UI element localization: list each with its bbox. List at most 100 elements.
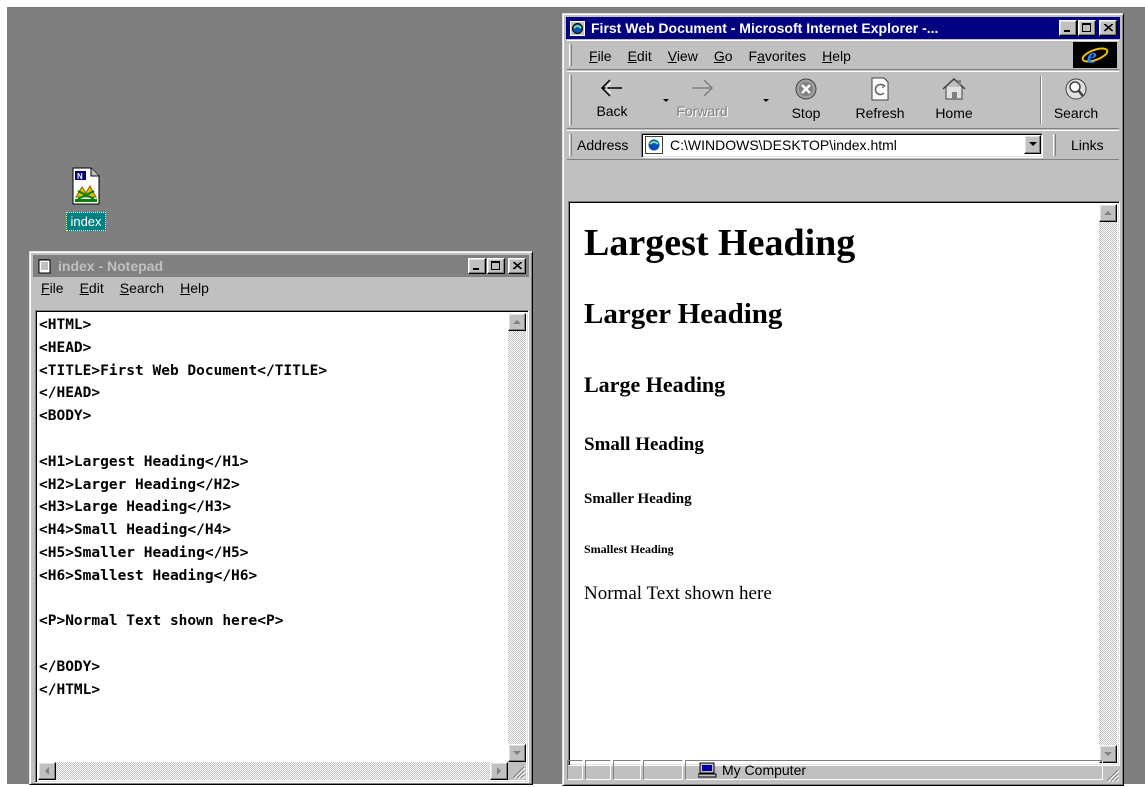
close-icon	[1103, 24, 1113, 32]
address-dropdown-button[interactable]	[1024, 135, 1041, 154]
minimize-icon	[1064, 30, 1070, 32]
notepad-line	[39, 633, 327, 656]
desktop: N index index - Notepad File Edit Search…	[7, 7, 1145, 786]
home-icon	[942, 77, 966, 100]
menu-file[interactable]: File	[581, 48, 620, 64]
notepad-menubar: File Edit Search Help	[33, 277, 529, 299]
band-grip[interactable]	[569, 134, 572, 156]
menu-help[interactable]: Help	[172, 280, 217, 296]
size-grip[interactable]	[1103, 766, 1120, 783]
notepad-line: </HTML>	[39, 681, 101, 698]
menu-search[interactable]: Search	[112, 280, 172, 296]
status-zone: My Computer	[685, 760, 1103, 780]
menu-go[interactable]: Go	[706, 48, 741, 64]
maximize-button[interactable]	[487, 258, 505, 274]
notepad-line: <H5>Smaller Heading</H5>	[39, 544, 249, 561]
ie-window: First Web Document - Microsoft Internet …	[562, 13, 1124, 786]
forward-dropdown[interactable]	[763, 99, 769, 102]
scroll-left-button[interactable]	[38, 762, 56, 780]
scroll-up-button[interactable]	[508, 313, 526, 331]
forward-arrow-icon	[692, 79, 714, 97]
menu-help[interactable]: Help	[814, 48, 859, 64]
back-button[interactable]: Back	[581, 72, 643, 126]
stop-button[interactable]: Stop	[775, 72, 837, 126]
horizontal-scrollbar[interactable]	[38, 762, 508, 780]
address-input[interactable]: C:\WINDOWS\DESKTOP\index.html	[670, 137, 897, 153]
ie-statusbar: My Computer	[567, 758, 1120, 783]
page-h5: Smaller Heading	[584, 491, 692, 507]
status-cell	[585, 760, 611, 780]
maximize-icon	[491, 261, 500, 270]
links-separator	[1053, 134, 1056, 156]
back-dropdown[interactable]	[663, 99, 669, 102]
notepad-content[interactable]: <HTML> <HEAD> <TITLE>First Web Document</T…	[39, 314, 327, 702]
notepad-line: <BODY>	[39, 408, 92, 425]
search-icon	[1065, 78, 1087, 100]
status-zone-label: My Computer	[722, 762, 807, 778]
scroll-down-button[interactable]	[508, 744, 526, 762]
notepad-line: </HEAD>	[39, 385, 101, 402]
notepad-line: <H1>Largest Heading</H1>	[39, 453, 249, 470]
size-grip[interactable]	[508, 762, 526, 780]
ie-titlebar[interactable]: First Web Document - Microsoft Internet …	[566, 17, 1120, 39]
arrow-down-icon	[1104, 751, 1112, 756]
ie-menu-band: File Edit View Go Favorites Help e	[567, 40, 1119, 70]
status-cell	[567, 760, 583, 780]
menu-edit[interactable]: Edit	[620, 48, 660, 64]
resize-grip-icon	[1106, 769, 1120, 783]
vertical-scrollbar[interactable]	[508, 313, 526, 762]
minimize-button[interactable]	[1059, 20, 1077, 36]
close-icon	[512, 262, 522, 270]
vertical-scrollbar[interactable]	[1099, 204, 1117, 763]
minimize-icon	[473, 268, 479, 270]
menu-file[interactable]: File	[33, 280, 72, 296]
notepad-line: <HEAD>	[39, 339, 92, 356]
ie-toolbar-band: Back Forward Stop Refresh Home Search	[567, 71, 1119, 129]
links-button[interactable]: Links	[1071, 137, 1104, 153]
page-h3: Large Heading	[584, 372, 726, 397]
svg-text:N: N	[77, 172, 83, 181]
scroll-right-button[interactable]	[490, 762, 508, 780]
arrow-down-icon	[513, 750, 521, 755]
ie-title: First Web Document - Microsoft Internet …	[591, 20, 939, 36]
scroll-up-button[interactable]	[1099, 204, 1117, 222]
notepad-line: <H4>Small Heading</H4>	[39, 522, 232, 539]
notepad-titlebar[interactable]: index - Notepad	[33, 255, 529, 277]
desktop-icon-index[interactable]: N index	[61, 167, 111, 231]
close-button[interactable]	[1099, 20, 1117, 36]
page-h2: Larger Heading	[584, 298, 783, 330]
toolbar-separator	[1040, 76, 1042, 124]
arrow-up-icon	[1104, 210, 1112, 215]
ie-content-area[interactable]: Largest Heading Larger Heading Large Hea…	[568, 201, 1120, 766]
minimize-button[interactable]	[468, 258, 486, 274]
band-grip[interactable]	[569, 75, 572, 125]
notepad-line: <H2>Larger Heading</H2>	[39, 476, 240, 493]
menu-favorites[interactable]: Favorites	[741, 48, 815, 64]
close-button[interactable]	[508, 258, 526, 274]
notepad-line: <TITLE>First Web Document</TITLE>	[39, 362, 328, 379]
page-h4: Small Heading	[584, 434, 704, 455]
notepad-text-area[interactable]: <HTML> <HEAD> <TITLE>First Web Document</T…	[35, 310, 529, 783]
page-h6: Smallest Heading	[584, 542, 674, 556]
forward-button[interactable]: Forward	[671, 72, 733, 126]
notepad-icon	[38, 258, 51, 273]
arrow-left-icon	[44, 767, 49, 775]
maximize-button[interactable]	[1078, 20, 1096, 36]
refresh-button[interactable]: Refresh	[849, 72, 911, 126]
status-cell	[643, 760, 683, 780]
page-h1: Largest Heading	[584, 222, 856, 264]
ie-address-band: Address C:\WINDOWS\DESKTOP\index.html Li…	[567, 130, 1119, 160]
ie-logo-icon: e	[1081, 43, 1109, 67]
band-grip[interactable]	[569, 44, 572, 66]
menu-view[interactable]: View	[660, 48, 706, 64]
desktop-icon-label: index	[66, 212, 106, 231]
address-combobox[interactable]: C:\WINDOWS\DESKTOP\index.html	[641, 133, 1043, 158]
ie-throbber: e	[1073, 42, 1117, 68]
html-file-icon: N	[72, 167, 100, 205]
menu-edit[interactable]: Edit	[72, 280, 112, 296]
search-button[interactable]: Search	[1045, 72, 1107, 126]
home-button[interactable]: Home	[923, 72, 985, 126]
maximize-icon	[1082, 23, 1091, 32]
notepad-line	[39, 428, 327, 451]
chevron-down-icon	[1028, 142, 1037, 146]
